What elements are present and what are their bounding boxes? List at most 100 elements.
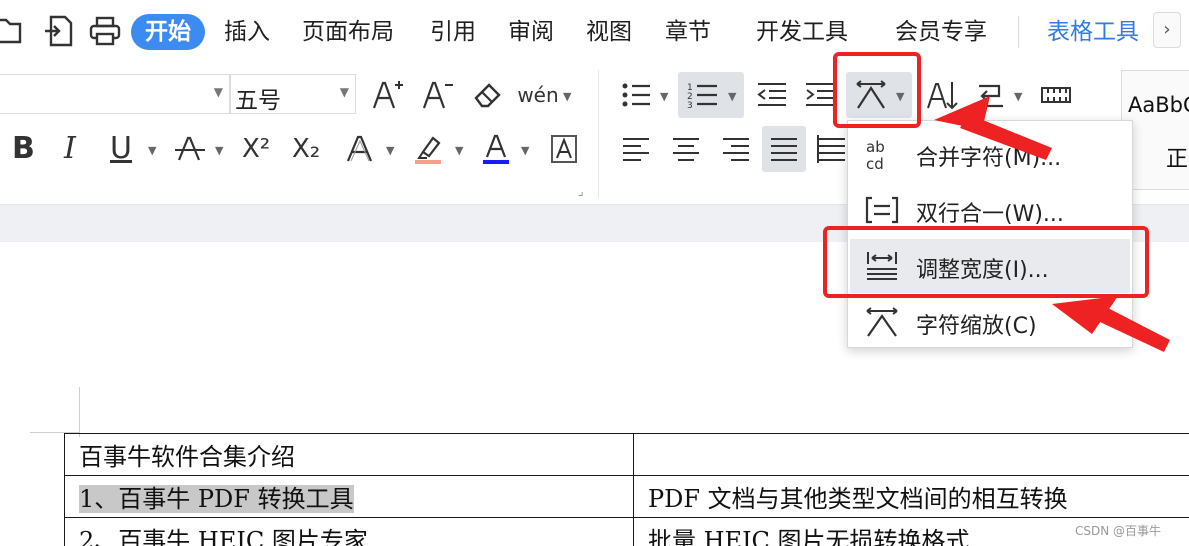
superscript-button[interactable]: X² [242, 126, 270, 172]
two-lines-in-one-icon [864, 192, 900, 228]
tab-chapter[interactable]: 章节 [665, 14, 711, 50]
table-cell[interactable]: PDF 文档与其他类型文档间的相互转换 [633, 475, 1189, 518]
table-cell[interactable] [633, 433, 1189, 476]
svg-text:3: 3 [687, 101, 693, 111]
shrink-font-button[interactable] [416, 72, 460, 118]
line-break-button[interactable] [968, 72, 1012, 118]
font-dialog-launcher-icon[interactable]: ⌟ [578, 184, 584, 198]
text-effect-button[interactable] [338, 126, 382, 172]
submenu-arrow-icon: ▸ [1109, 313, 1116, 327]
print-icon[interactable] [88, 14, 122, 48]
eraser-icon [474, 83, 501, 108]
distributed-align-icon [817, 135, 845, 163]
increase-indent-icon [806, 83, 834, 106]
menu-item-label: 双行合一(W)... [916, 202, 1064, 227]
align-right-icon [723, 138, 749, 161]
sort-icon [927, 82, 958, 110]
italic-button[interactable]: I [64, 126, 76, 172]
style-preview-normal: AaBbC [1128, 93, 1189, 117]
font-size-value: 五号 [235, 88, 281, 114]
menu-item-label: 字符缩放(C) [916, 314, 1037, 339]
chevron-down-icon[interactable]: ▼ [455, 144, 463, 157]
font-color-button[interactable] [474, 126, 518, 172]
chevron-down-icon[interactable]: ▼ [1014, 90, 1022, 103]
tab-home[interactable]: 开始 [131, 14, 205, 50]
font-size-combo[interactable]: 五号 ▼ [230, 74, 356, 114]
table-cell-text: PDF 文档与其他类型文档间的相互转换 [648, 485, 1068, 513]
align-center-icon [673, 138, 699, 161]
menu-separator [1018, 16, 1019, 48]
tab-review[interactable]: 审阅 [508, 14, 554, 50]
menu-item-char-scale[interactable]: 字符缩放(C) ▸ [850, 295, 1130, 349]
menu-item-combine-chars[interactable]: ab cd 合并字符(M)... [850, 127, 1130, 181]
menu-bar: 开始 插入 页面布局 引用 审阅 视图 章节 开发工具 会员专享 表格工具 › [0, 0, 1189, 64]
abcd-combine-icon: ab cd [864, 136, 900, 173]
selected-text: 1、百事牛 PDF 转换工具 [79, 485, 354, 513]
align-left-button[interactable] [614, 126, 658, 172]
char-border-button[interactable] [542, 126, 586, 172]
watermark: CSDN @百事牛 [1075, 524, 1162, 538]
chevron-down-icon[interactable]: ▼ [521, 144, 529, 157]
document-table[interactable]: 百事牛软件合集介绍 1、百事牛 PDF 转换工具 PDF 文档与其他类型文档间的… [64, 433, 1189, 546]
margin-marker [79, 387, 80, 437]
grow-font-button[interactable] [366, 72, 410, 118]
line-break-icon [979, 84, 1003, 108]
open-file-icon[interactable] [0, 14, 24, 48]
ruler-icon [1041, 87, 1071, 103]
table-ruler-button[interactable] [1034, 72, 1078, 118]
tab-references[interactable]: 引用 [430, 14, 476, 50]
table-cell-text: 2、百事牛 HEIC 图片专家 [79, 527, 368, 546]
tab-developer[interactable]: 开发工具 [756, 14, 848, 50]
tab-page-layout[interactable]: 页面布局 [302, 14, 394, 50]
align-right-button[interactable] [714, 126, 758, 172]
chevron-down-icon[interactable]: ▼ [386, 144, 394, 157]
tab-member[interactable]: 会员专享 [895, 14, 987, 50]
grow-font-icon [372, 81, 403, 109]
svg-text:cd: cd [866, 155, 884, 172]
sort-button[interactable] [920, 72, 964, 118]
table-row: 1、百事牛 PDF 转换工具 PDF 文档与其他类型文档间的相互转换 [64, 475, 1189, 518]
subscript-button[interactable]: X₂ [292, 126, 320, 172]
tab-view[interactable]: 视图 [586, 14, 632, 50]
export-pdf-icon[interactable] [42, 14, 76, 48]
table-cell[interactable]: 百事牛软件合集介绍 [64, 433, 634, 476]
group-separator [598, 70, 599, 198]
shrink-font-icon [422, 81, 453, 109]
clear-format-button[interactable] [466, 72, 510, 118]
decrease-indent-icon [757, 83, 786, 106]
bullet-list-button[interactable] [614, 72, 658, 118]
annotation-box-adjust-width [823, 226, 1149, 298]
bullet-list-icon [622, 83, 650, 107]
table-cell-text: 百事牛软件合集介绍 [79, 443, 295, 471]
chevron-down-icon[interactable]: ▼ [215, 144, 223, 157]
underline-button[interactable]: U [110, 126, 132, 172]
align-left-icon [623, 138, 649, 161]
chevron-down-icon: ▼ [213, 85, 223, 99]
align-center-button[interactable] [664, 126, 708, 172]
more-tabs-button[interactable]: › [1153, 12, 1181, 48]
font-color-icon [483, 134, 509, 164]
highlighter-icon [415, 136, 441, 164]
chevron-down-icon: ▼ [339, 85, 349, 99]
menu-item-label: 合并字符(M)... [916, 146, 1062, 171]
text-effect-icon [346, 135, 373, 162]
chevron-down-icon[interactable]: ▼ [728, 90, 736, 103]
pinyin-guide-button[interactable]: wén [516, 72, 560, 118]
pinyin-guide-label: wén [517, 83, 559, 107]
highlight-button[interactable] [406, 126, 450, 172]
bold-button[interactable]: B [12, 126, 35, 172]
tab-insert[interactable]: 插入 [224, 14, 270, 50]
chevron-down-icon[interactable]: ▼ [660, 90, 668, 103]
decrease-indent-button[interactable] [750, 72, 794, 118]
font-name-combo[interactable]: ▼ [0, 74, 230, 114]
numbered-list-icon: 123 [687, 83, 717, 111]
strikethrough-button[interactable] [168, 126, 212, 172]
svg-text:ab: ab [866, 138, 885, 156]
chevron-down-icon[interactable]: ▼ [148, 144, 156, 157]
strikethrough-icon [175, 136, 205, 161]
table-cell[interactable]: 2、百事牛 HEIC 图片专家 [64, 517, 634, 546]
table-cell[interactable]: 1、百事牛 PDF 转换工具 [64, 475, 634, 518]
tab-table-tools[interactable]: 表格工具 [1047, 14, 1139, 50]
chevron-down-icon[interactable]: ▼ [563, 90, 571, 103]
justify-button[interactable] [762, 126, 806, 172]
